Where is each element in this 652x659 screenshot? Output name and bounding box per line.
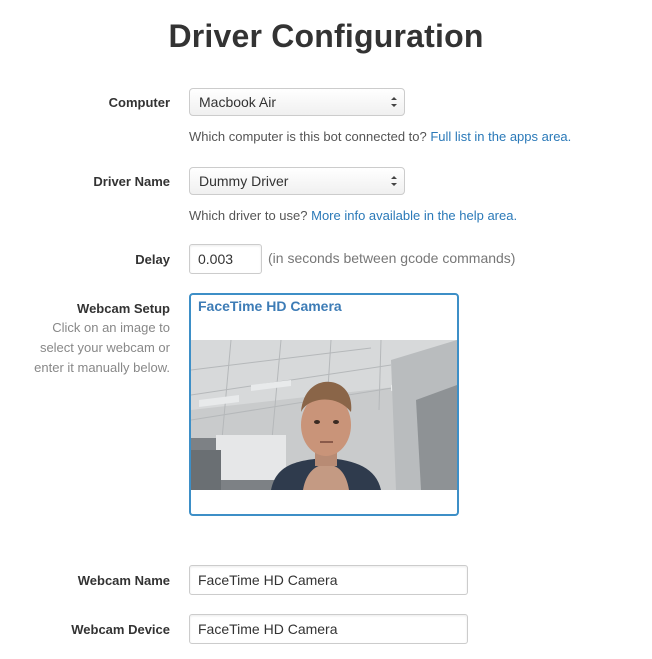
apps-area-link[interactable]: Full list in the apps area.: [430, 129, 571, 144]
select-arrows-icon: [391, 97, 397, 107]
page-title: Driver Configuration: [168, 18, 484, 54]
computer-select-value: Macbook Air: [199, 94, 277, 110]
webcam-option-title: FaceTime HD Camera: [198, 298, 342, 314]
driver-name-label: Driver Name: [93, 174, 170, 189]
webcam-option-card[interactable]: FaceTime HD Camera: [189, 293, 459, 516]
help-area-link[interactable]: More info available in the help area.: [311, 208, 517, 223]
webcam-device-input[interactable]: [189, 614, 468, 644]
webcam-preview-image[interactable]: [191, 340, 457, 490]
delay-label: Delay: [135, 252, 170, 267]
computer-select[interactable]: Macbook Air: [189, 88, 405, 116]
computer-help-text: Which computer is this bot connected to?: [189, 129, 427, 144]
webcam-device-label: Webcam Device: [71, 622, 170, 637]
webcam-setup-help: Click on an image to select your webcam …: [0, 318, 170, 378]
webcam-help-line: enter it manually below.: [34, 360, 170, 375]
driver-name-select[interactable]: Dummy Driver: [189, 167, 405, 195]
driver-help: Which driver to use? More info available…: [189, 208, 517, 223]
driver-name-select-value: Dummy Driver: [199, 173, 289, 189]
computer-label: Computer: [108, 95, 170, 110]
driver-help-text: Which driver to use?: [189, 208, 308, 223]
webcam-setup-label: Webcam Setup: [77, 301, 170, 316]
webcam-help-line: Click on an image to: [52, 320, 170, 335]
computer-help: Which computer is this bot connected to?…: [189, 129, 571, 144]
webcam-help-line: select your webcam or: [39, 340, 170, 355]
delay-input[interactable]: [189, 244, 262, 274]
webcam-name-input[interactable]: [189, 565, 468, 595]
delay-unit-hint: (in seconds between gcode commands): [268, 250, 516, 266]
select-arrows-icon: [391, 176, 397, 186]
webcam-name-label: Webcam Name: [77, 573, 170, 588]
